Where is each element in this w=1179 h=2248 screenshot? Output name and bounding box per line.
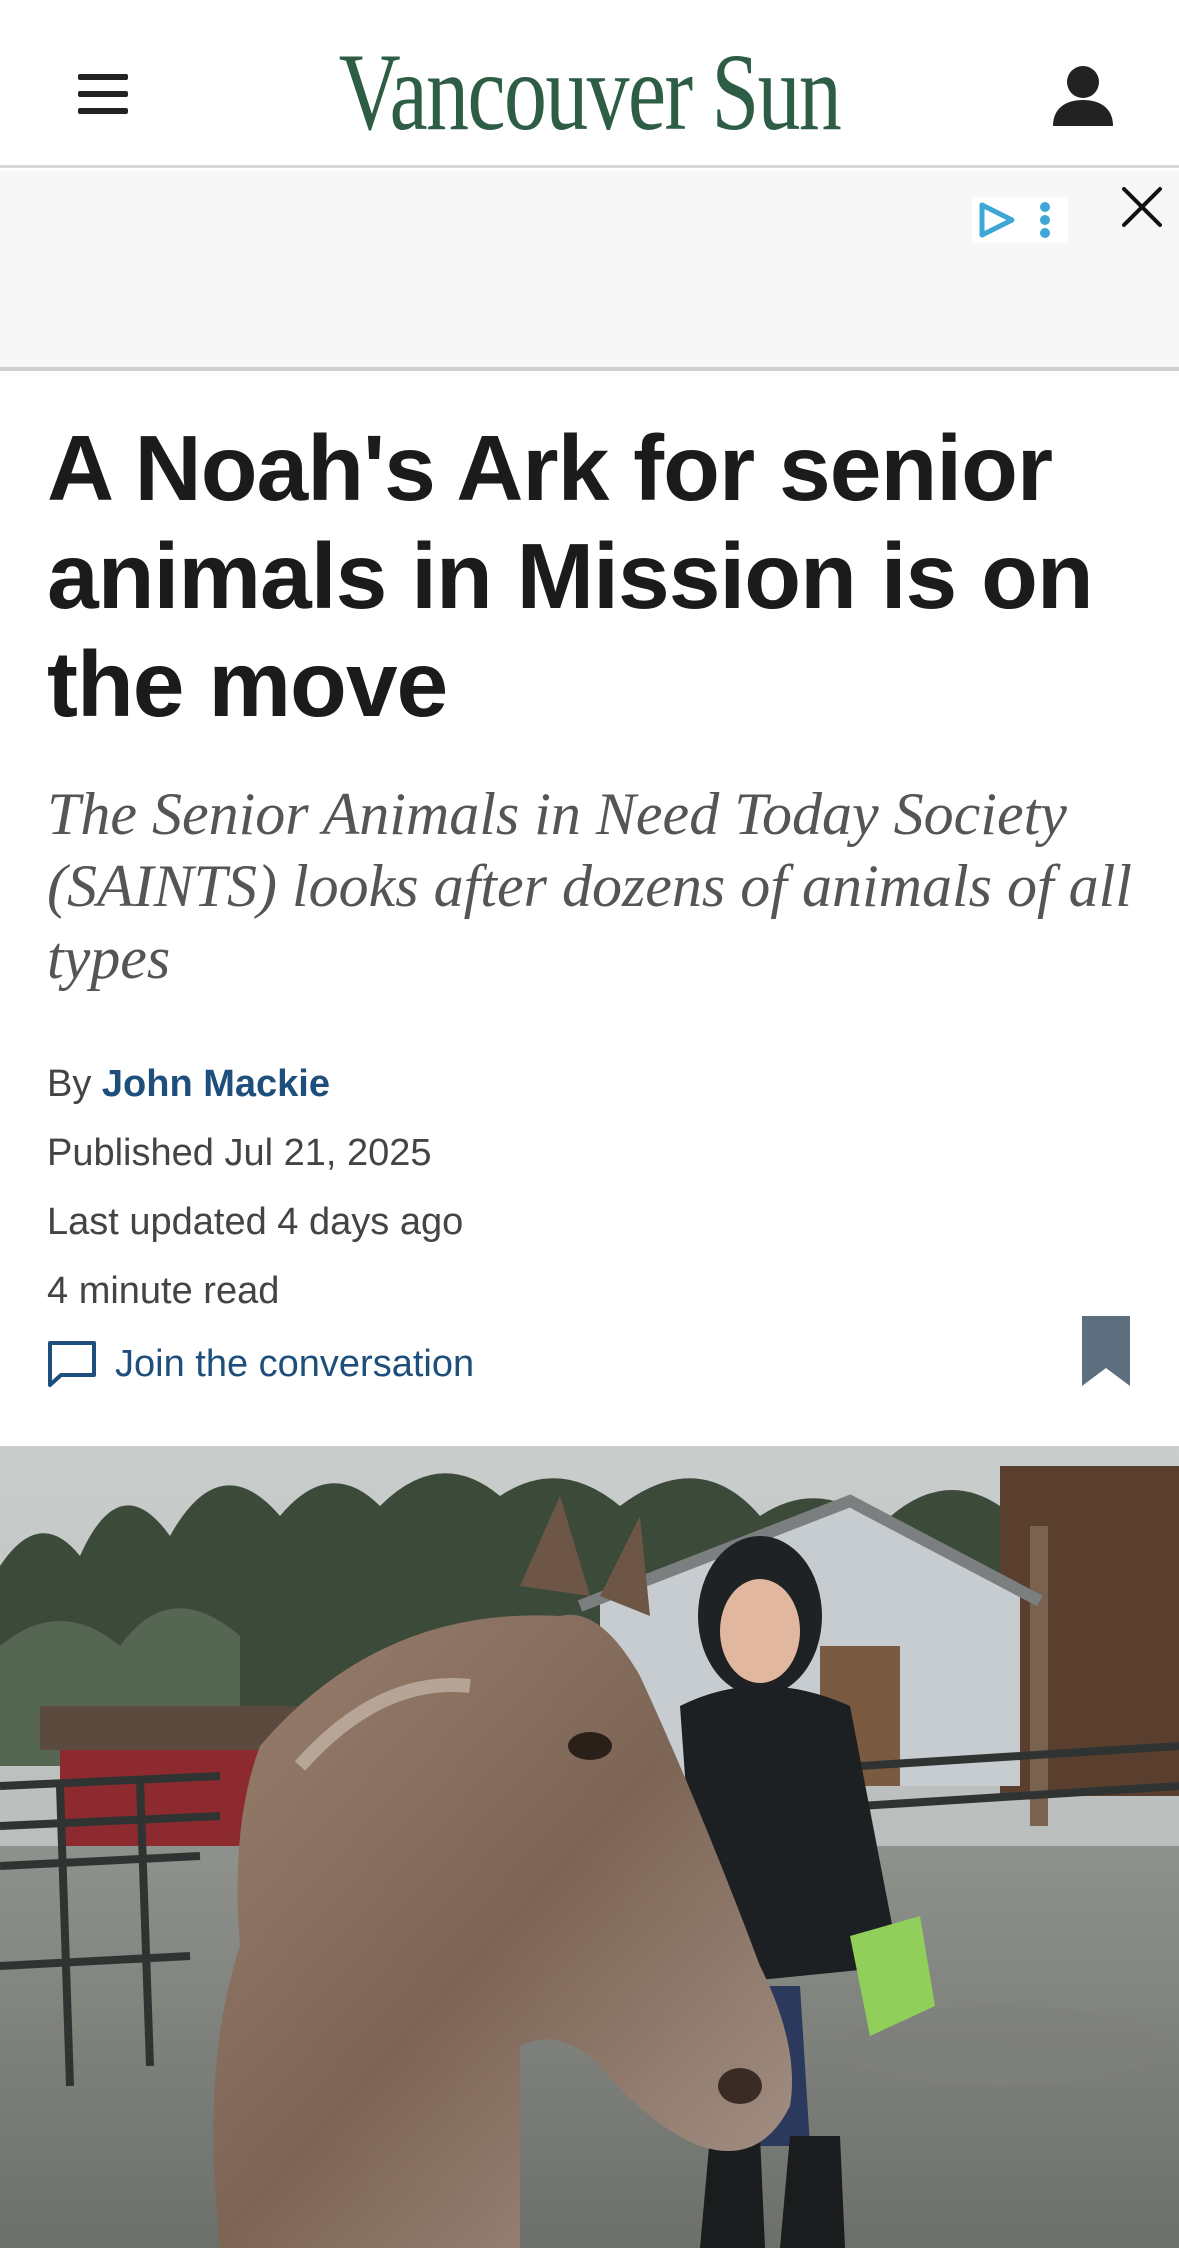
last-updated: Last updated 4 days ago [47,1201,464,1243]
site-header: Vancouver Sun [0,0,1179,168]
user-account-icon[interactable] [1048,64,1118,128]
byline-prefix: By [47,1063,92,1105]
ad-banner [0,171,1179,371]
close-icon[interactable] [1120,185,1164,229]
byline: By John Mackie [47,1061,330,1107]
more-vertical-icon [1040,202,1050,238]
hamburger-menu-icon[interactable] [78,74,130,116]
adchoices-badge[interactable] [972,197,1068,243]
hero-image [0,1446,1179,2248]
bookmark-icon[interactable] [1080,1314,1132,1388]
comment-icon [48,1341,96,1387]
join-conversation-link[interactable]: Join the conversation [47,1336,474,1392]
author-link[interactable]: John Mackie [102,1063,330,1105]
article-deck: The Senior Animals in Need Today Society… [47,781,1132,991]
read-time: 4 minute read [47,1270,280,1312]
site-logo[interactable]: Vancouver Sun [130,36,1050,148]
article-headline: A Noah's Ark for senior animals in Missi… [47,416,1094,736]
published-date: Published Jul 21, 2025 [47,1132,432,1174]
adchoices-play-icon [979,202,1015,238]
join-conversation-label: Join the conversation [115,1342,475,1385]
